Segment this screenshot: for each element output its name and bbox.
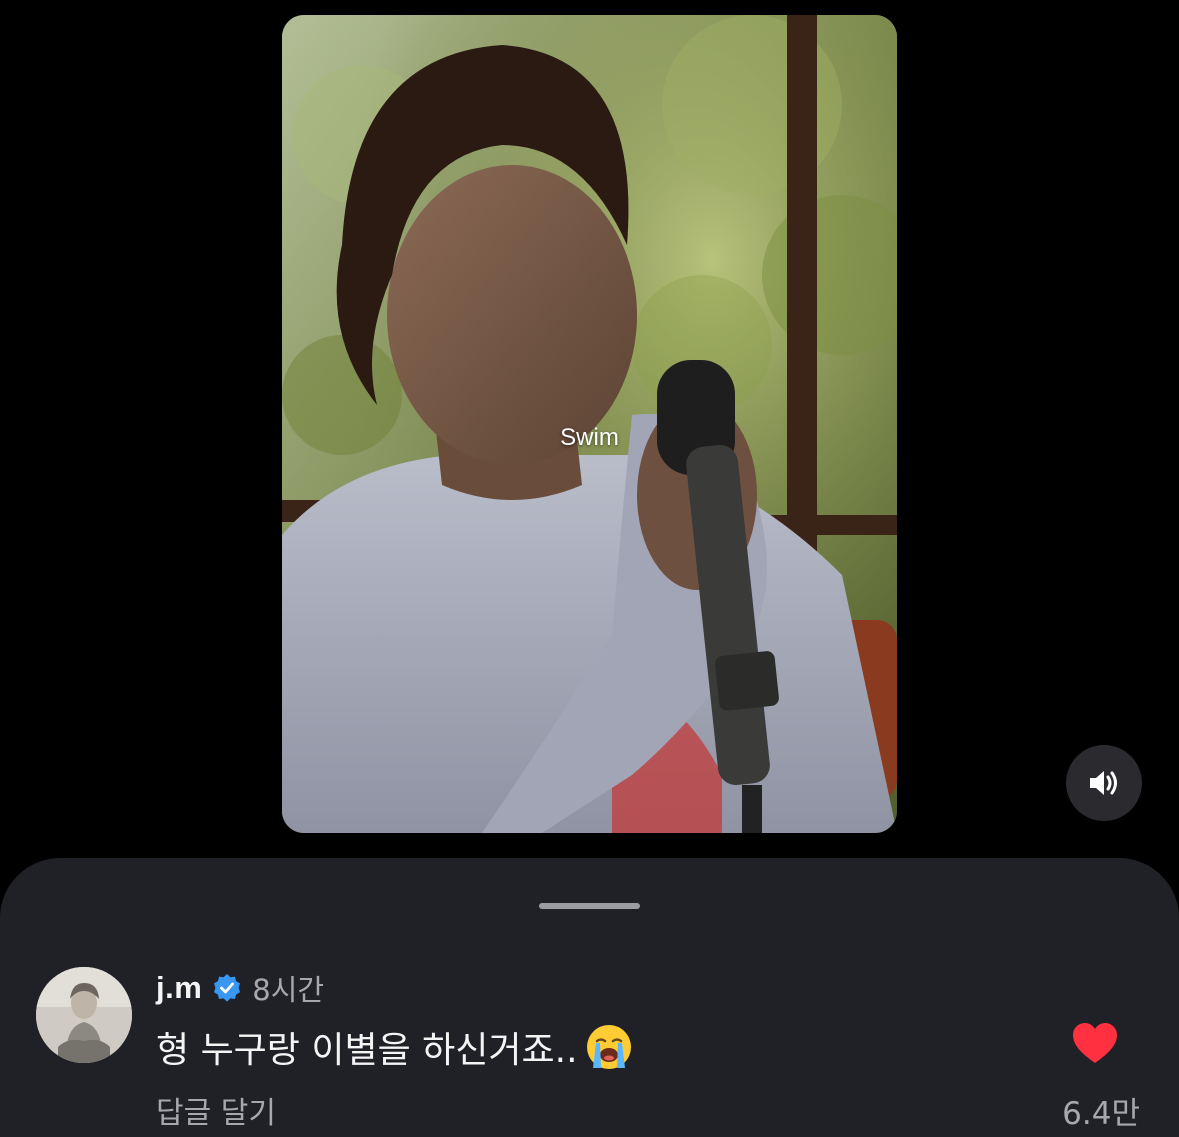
comment-username[interactable]: j.m [156, 970, 202, 1006]
loudly-crying-face-emoji-icon [586, 1025, 631, 1069]
avatar[interactable] [36, 967, 132, 1063]
video-caption: Swim [560, 424, 619, 451]
like-count: 6.4만 [1062, 1096, 1140, 1132]
sheet-drag-handle[interactable] [539, 903, 640, 909]
comments-sheet: j.m 8시간 형 누구랑 이별을 하신거죠.. 답글 달기 6.4만 [0, 858, 1179, 1137]
sound-toggle-button[interactable] [1066, 745, 1142, 821]
comment-timestamp: 8시간 [252, 973, 325, 1007]
reply-button[interactable]: 답글 달기 [156, 1088, 276, 1132]
comment-text: 형 누구랑 이별을 하신거죠.. [156, 1030, 578, 1071]
comment-text-row: 형 누구랑 이별을 하신거죠.. [156, 1021, 634, 1073]
comment-meta: j.m 8시간 [156, 968, 324, 1008]
avatar-image [36, 967, 132, 1063]
reel-video[interactable]: Swim [282, 15, 897, 833]
reels-screen: Swim j.m 8시간 형 누구랑 이별을 하신거죠.. 답글 달기 6.4만 [0, 0, 1179, 1137]
heart-icon[interactable] [1071, 1021, 1119, 1065]
speaker-volume-icon [1090, 771, 1117, 795]
verified-badge-icon [214, 974, 241, 1002]
